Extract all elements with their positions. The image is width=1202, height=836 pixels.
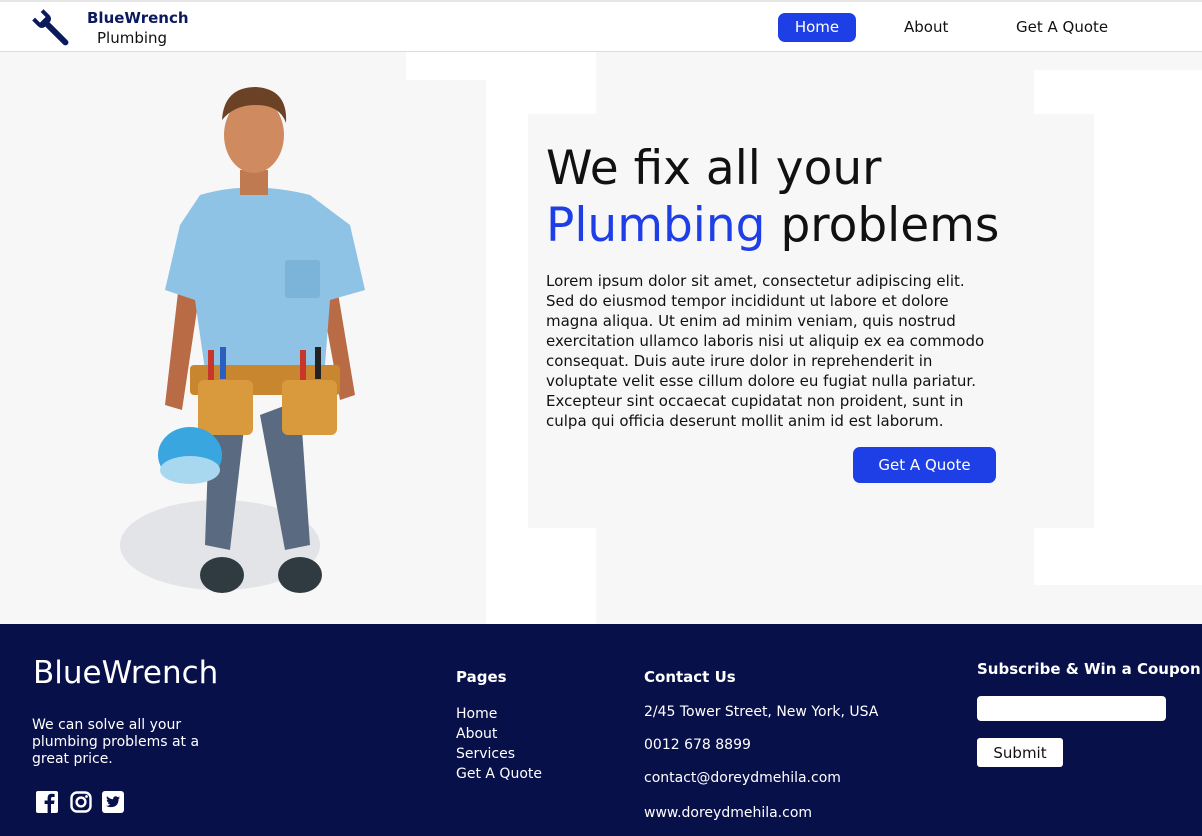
footer-tagline: We can solve all your plumbing problems … [32, 717, 200, 767]
footer-link-about[interactable]: About [456, 724, 542, 744]
contact-website[interactable]: www.doreydmehila.com [644, 805, 812, 821]
contact-email[interactable]: contact@doreydmehila.com [644, 770, 841, 786]
nav-about[interactable]: About [904, 13, 948, 42]
wrench-icon[interactable] [30, 7, 74, 51]
footer-link-home[interactable]: Home [456, 704, 542, 724]
footer-link-services[interactable]: Services [456, 744, 542, 764]
hero-body-text: Lorem ipsum dolor sit amet, consectetur … [546, 272, 985, 430]
footer-brand: BlueWrench [33, 655, 219, 691]
subscribe-heading: Subscribe & Win a Coupon [977, 660, 1201, 678]
logo-title[interactable]: BlueWrench [87, 9, 189, 27]
hero-decor-strip [1034, 52, 1202, 70]
nav-get-a-quote[interactable]: Get A Quote [1016, 13, 1108, 42]
headline-accent: Plumbing [546, 198, 766, 253]
hero-decor-block [406, 52, 486, 80]
headline-line-2: Plumbing problems [546, 197, 1066, 254]
get-a-quote-button[interactable]: Get A Quote [853, 447, 996, 483]
footer-contact-heading: Contact Us [644, 668, 736, 686]
headline-line-1: We fix all your [546, 141, 882, 196]
submit-button[interactable]: Submit [977, 738, 1063, 767]
hero-headline: We fix all your Plumbing problems [546, 140, 1066, 254]
subscribe-email-input[interactable] [977, 696, 1166, 721]
footer-pages-list: Home About Services Get A Quote [456, 704, 542, 784]
site-footer: BlueWrench We can solve all your plumbin… [0, 624, 1202, 836]
contact-address: 2/45 Tower Street, New York, USA [644, 704, 879, 720]
headline-rest: problems [780, 198, 1000, 253]
footer-pages-heading: Pages [456, 668, 507, 686]
plumber-illustration [120, 87, 365, 593]
logo-subtitle[interactable]: Plumbing [97, 29, 167, 47]
footer-link-get-a-quote[interactable]: Get A Quote [456, 764, 542, 784]
twitter-icon[interactable] [102, 791, 124, 813]
site-header: BlueWrench Plumbing Home About Get A Quo… [0, 0, 1202, 52]
nav-home[interactable]: Home [778, 13, 856, 42]
contact-phone: 0012 678 8899 [644, 737, 751, 753]
facebook-icon[interactable] [36, 791, 58, 813]
hero-decor-strip [1034, 585, 1202, 624]
instagram-icon[interactable] [70, 791, 92, 813]
